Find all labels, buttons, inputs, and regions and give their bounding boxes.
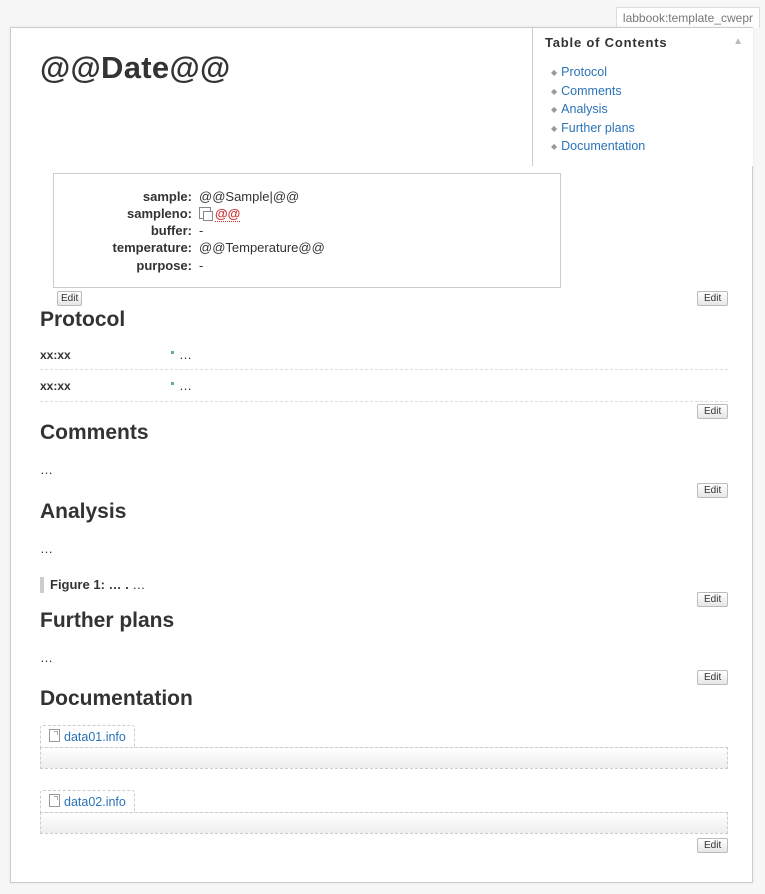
toc-link-documentation[interactable]: Documentation — [561, 139, 645, 153]
toc-item-documentation: ◆ Documentation — [551, 137, 645, 156]
data-value[interactable]: @@ — [215, 206, 241, 222]
toc-link-protocol[interactable]: Protocol — [561, 65, 607, 79]
edit-comments-button[interactable]: Edit — [697, 483, 729, 498]
data-label: sample: — [142, 189, 192, 204]
heading-comments: Comments — [40, 421, 149, 444]
toc-link-analysis[interactable]: Analysis — [561, 102, 608, 116]
toc-heading: Table of Contents — [545, 35, 668, 50]
edit-data-button[interactable]: Edit — [57, 291, 83, 306]
bullet-icon — [171, 382, 174, 385]
page-id-label: labbook:template_cwepr — [615, 7, 760, 28]
heading-documentation: Documentation — [40, 687, 193, 710]
edit-analysis-button[interactable]: Edit — [697, 592, 729, 607]
toc-item-further-plans: ◆ Further plans — [551, 119, 645, 138]
toc-list: ◆ Protocol ◆ Comments ◆ Analysis ◆ Further p… — [551, 63, 645, 156]
data-value: @@Sample|@@ — [199, 189, 300, 204]
divider — [40, 369, 728, 370]
page-content: @@Date@@ Table of Contents ▲ ◆ Protocol ◆… — [10, 27, 753, 883]
figure-caption: Figure 1: … . … — [40, 577, 145, 593]
toc-link-further-plans[interactable]: Further plans — [561, 121, 635, 135]
further-plans-text: … — [40, 650, 53, 665]
edit-header-button[interactable]: Edit — [697, 291, 729, 306]
attachment-tab: data01.info — [40, 725, 135, 748]
toc-link-comments[interactable]: Comments — [561, 84, 621, 98]
heading-analysis: Analysis — [40, 500, 127, 523]
protocol-text: … — [179, 347, 192, 362]
comments-text: … — [40, 462, 53, 477]
data-row-sampleno: sampleno: @@ — [54, 205, 560, 222]
attachment-content — [40, 747, 728, 769]
analysis-text: … — [40, 541, 53, 556]
attachment-tab: data02.info — [40, 790, 135, 813]
data-value-wrap: @@ — [199, 205, 241, 222]
sample-data-table: sample: @@Sample|@@ sampleno: @@ buffer:… — [53, 173, 561, 288]
data-row-purpose: purpose: - — [54, 257, 560, 274]
page-title: @@Date@@ — [40, 50, 231, 85]
divider — [40, 401, 728, 402]
table-of-contents: Table of Contents ▲ ◆ Protocol ◆ Comments … — [532, 28, 753, 166]
protocol-text: … — [179, 378, 192, 393]
edit-documentation-button[interactable]: Edit — [697, 838, 729, 853]
data-label: buffer: — [150, 223, 192, 238]
toc-item-comments: ◆ Comments — [551, 82, 645, 101]
attachment-content — [40, 812, 728, 834]
attachment-link[interactable]: data01.info — [64, 730, 126, 744]
data-row-sample: sample: @@Sample|@@ — [54, 188, 560, 205]
file-icon — [49, 729, 60, 742]
protocol-time: xx:xx — [40, 348, 71, 362]
data-value: - — [199, 223, 204, 238]
heading-protocol: Protocol — [40, 308, 126, 331]
data-row-temperature: temperature: @@Temperature@@ — [54, 239, 560, 256]
toc-item-protocol: ◆ Protocol — [551, 63, 645, 82]
bullet-icon: ◆ — [551, 86, 558, 96]
attachment-link[interactable]: data02.info — [64, 795, 126, 809]
bullet-icon: ◆ — [551, 105, 558, 114]
heading-further-plans: Further plans — [40, 609, 175, 632]
bullet-icon: ◆ — [551, 68, 558, 77]
data-row-buffer: buffer: - — [54, 222, 560, 239]
data-value: - — [199, 258, 204, 273]
edit-further-plans-button[interactable]: Edit — [697, 670, 729, 685]
toc-collapse-icon[interactable]: ▲ — [733, 36, 743, 47]
data-label: sampleno: — [126, 206, 192, 221]
copy-icon[interactable] — [199, 207, 213, 221]
edit-protocol-button[interactable]: Edit — [697, 404, 729, 419]
data-label: purpose: — [136, 258, 192, 273]
data-label: temperature: — [112, 240, 192, 255]
protocol-time: xx:xx — [40, 379, 71, 393]
figure-text: … — [128, 577, 146, 592]
bullet-icon — [171, 351, 174, 354]
data-value: @@Temperature@@ — [199, 240, 325, 255]
figure-label: Figure 1: … . — [50, 577, 129, 592]
toc-item-analysis: ◆ Analysis — [551, 100, 645, 119]
file-icon — [49, 794, 60, 807]
bullet-icon: ◆ — [551, 142, 558, 151]
bullet-icon: ◆ — [551, 123, 558, 133]
